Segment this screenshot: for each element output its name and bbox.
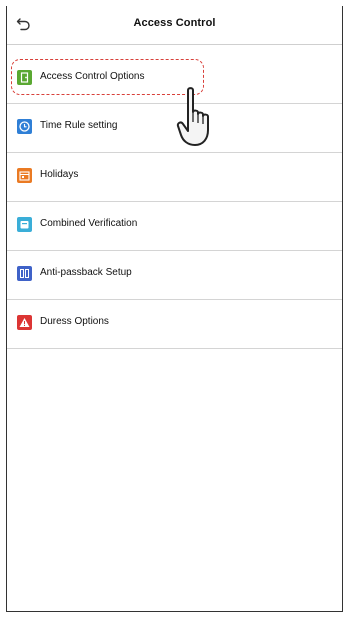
menu-item-duress-options[interactable]: Duress Options (7, 300, 342, 349)
menu-item-access-control-options[interactable]: Access Control Options (7, 55, 342, 104)
menu-item-label: Combined Verification (40, 218, 138, 229)
clock-icon (17, 119, 32, 134)
device-screen: Access Control Access Control Options Ti… (6, 6, 343, 612)
menu-item-anti-passback-setup[interactable]: Anti-passback Setup (7, 251, 342, 300)
menu-item-time-rule-setting[interactable]: Time Rule setting (7, 104, 342, 153)
access-options-icon (17, 70, 32, 85)
warning-icon (17, 315, 32, 330)
menu-item-label: Time Rule setting (40, 120, 118, 131)
menu-item-label: Duress Options (40, 316, 109, 327)
menu-item-label: Anti-passback Setup (40, 267, 132, 278)
menu-item-label: Holidays (40, 169, 79, 180)
calendar-icon (17, 168, 32, 183)
menu-item-combined-verification[interactable]: Combined Verification (7, 202, 342, 251)
page-title: Access Control (133, 17, 216, 29)
menu-item-holidays[interactable]: Holidays (7, 153, 342, 202)
title-bar: Access Control (7, 6, 342, 45)
anti-passback-icon (17, 266, 32, 281)
group-verify-icon (17, 217, 32, 232)
menu-item-label: Access Control Options (40, 71, 145, 82)
